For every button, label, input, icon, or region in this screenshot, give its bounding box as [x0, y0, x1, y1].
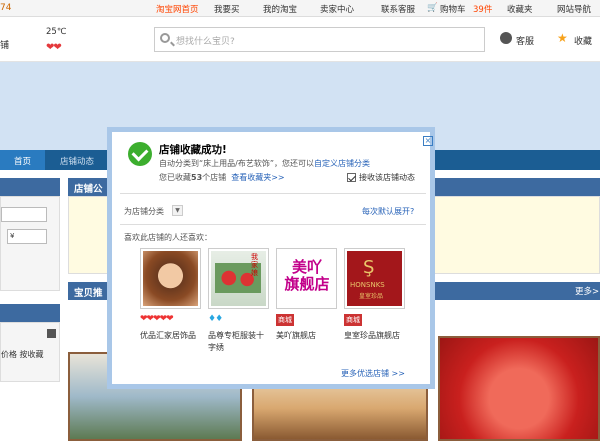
shop-thumb[interactable]: Ş HONSNKS 皇室珍品 [344, 248, 405, 309]
dialog-category-text: 自动分类到“床上用品/布艺软饰”，您还可以自定义店铺分类 [159, 158, 370, 169]
shop-name[interactable]: 品尊专柜服装十字绣 [208, 330, 270, 354]
search-input[interactable]: 想找什么宝贝? [154, 27, 485, 52]
site-nav-menu[interactable]: 网站导航 [557, 3, 591, 15]
receive-updates-label: 接收该店铺动态 [359, 173, 415, 182]
chevron-down-icon[interactable] [47, 329, 56, 338]
favorite-store-button[interactable]: 收藏 [574, 34, 592, 47]
expand-link[interactable]: 每次默认展开? [362, 206, 414, 217]
favorite-success-dialog: × 店铺收藏成功! 自动分类到“床上用品/布艺软饰”，您还可以自定义店铺分类 您… [107, 127, 435, 389]
shop-logo-sub: 皇室珍品 [359, 293, 384, 300]
search-placeholder: 想找什么宝贝? [176, 37, 235, 47]
sidebar-price-input[interactable]: ¥ [7, 229, 47, 244]
rating-hearts: ❤❤❤❤❤ [140, 314, 174, 324]
custom-category-link[interactable]: 自定义店铺分类 [314, 159, 370, 168]
shop-thumb[interactable]: 美吖 旗舰店 [276, 248, 337, 309]
weather-temp: 25℃ [46, 27, 67, 37]
close-icon[interactable]: × [423, 136, 433, 146]
category-label: 为店铺分类 [124, 207, 164, 216]
service-icon [500, 32, 512, 44]
shop-logo: HONSNKS [350, 281, 385, 289]
cart-link[interactable]: 购物车 [440, 3, 466, 15]
sidebar-sort-box: 价格 按收藏 [0, 322, 60, 382]
date-text: 74 [0, 3, 12, 13]
divider [120, 193, 426, 194]
top-bar: 74 淘宝网首页 我要买 我的淘宝 卖家中心 联系客服 🛒 购物车 39件 收藏… [0, 0, 600, 17]
header-left-text: 铺 [0, 41, 10, 51]
count-suffix: 个店铺 [202, 173, 227, 182]
shop-thumb[interactable] [140, 248, 201, 309]
success-check-icon [128, 142, 152, 166]
cart-icon: 🛒 [427, 3, 438, 13]
shop-name[interactable]: 优品汇家居饰品 [140, 330, 202, 342]
product-image[interactable] [438, 336, 600, 441]
tab-store-dynamic[interactable]: 店铺动态 [60, 155, 94, 167]
count-prefix: 您已收藏 [159, 173, 191, 182]
shop-thumb[interactable]: 我家娘 [208, 248, 269, 309]
shop-name[interactable]: 美吖旗舰店 [276, 330, 338, 342]
category-dropdown[interactable]: ▼ [172, 205, 183, 216]
sidebar-keyword-input[interactable] [1, 207, 47, 222]
cart-count: 39件 [473, 5, 493, 15]
mall-badge: 商城 [276, 314, 294, 326]
count-number: 53 [191, 173, 203, 182]
sidebar-search-box: ¥ [0, 196, 60, 291]
dialog-count-text: 您已收藏53个店铺 查看收藏夹>> [159, 172, 285, 183]
sort-options[interactable]: 价格 按收藏 [1, 349, 44, 360]
seller-center-menu[interactable]: 卖家中心 [320, 3, 354, 15]
favorites-menu[interactable]: 收藏夹 [507, 3, 533, 15]
contact-service-link[interactable]: 联系客服 [381, 3, 415, 15]
header: 铺 25℃ ❤❤ 想找什么宝贝? 客服 ★ 收藏 [0, 18, 600, 62]
divider [120, 224, 426, 225]
rating-diamonds: ♦♦ [208, 314, 223, 324]
more-link[interactable]: 更多> [575, 285, 599, 297]
category-prefix: 自动分类到“床上用品/布艺软饰”，您还可以 [159, 159, 314, 168]
receive-updates-checkbox[interactable] [347, 173, 356, 182]
heart-icons: ❤❤ [46, 42, 62, 53]
buy-menu[interactable]: 我要买 [214, 3, 240, 15]
crown-icon: Ş [363, 257, 375, 278]
search-icon [160, 33, 170, 43]
shop-logo: 美吖 旗舰店 [284, 258, 330, 293]
my-taobao-menu[interactable]: 我的淘宝 [263, 3, 297, 15]
service-link[interactable]: 客服 [516, 34, 534, 47]
mall-badge: 商城 [344, 314, 362, 326]
sidebar-title-2 [0, 304, 60, 322]
shop2-text: 我家娘 [251, 253, 258, 277]
taobao-home-link[interactable]: 淘宝网首页 [156, 3, 199, 15]
star-icon: ★ [557, 31, 568, 45]
more-shops-link[interactable]: 更多优选店铺 >> [341, 368, 405, 379]
sidebar-title [0, 178, 60, 196]
shop-name[interactable]: 皇室珍品旗舰店 [344, 330, 406, 342]
view-favorites-link[interactable]: 查看收藏夹>> [231, 173, 284, 182]
dialog-title: 店铺收藏成功! [159, 144, 227, 156]
tab-home[interactable]: 首页 [0, 150, 45, 170]
likes-label: 喜欢此店铺的人还喜欢： [124, 233, 212, 242]
